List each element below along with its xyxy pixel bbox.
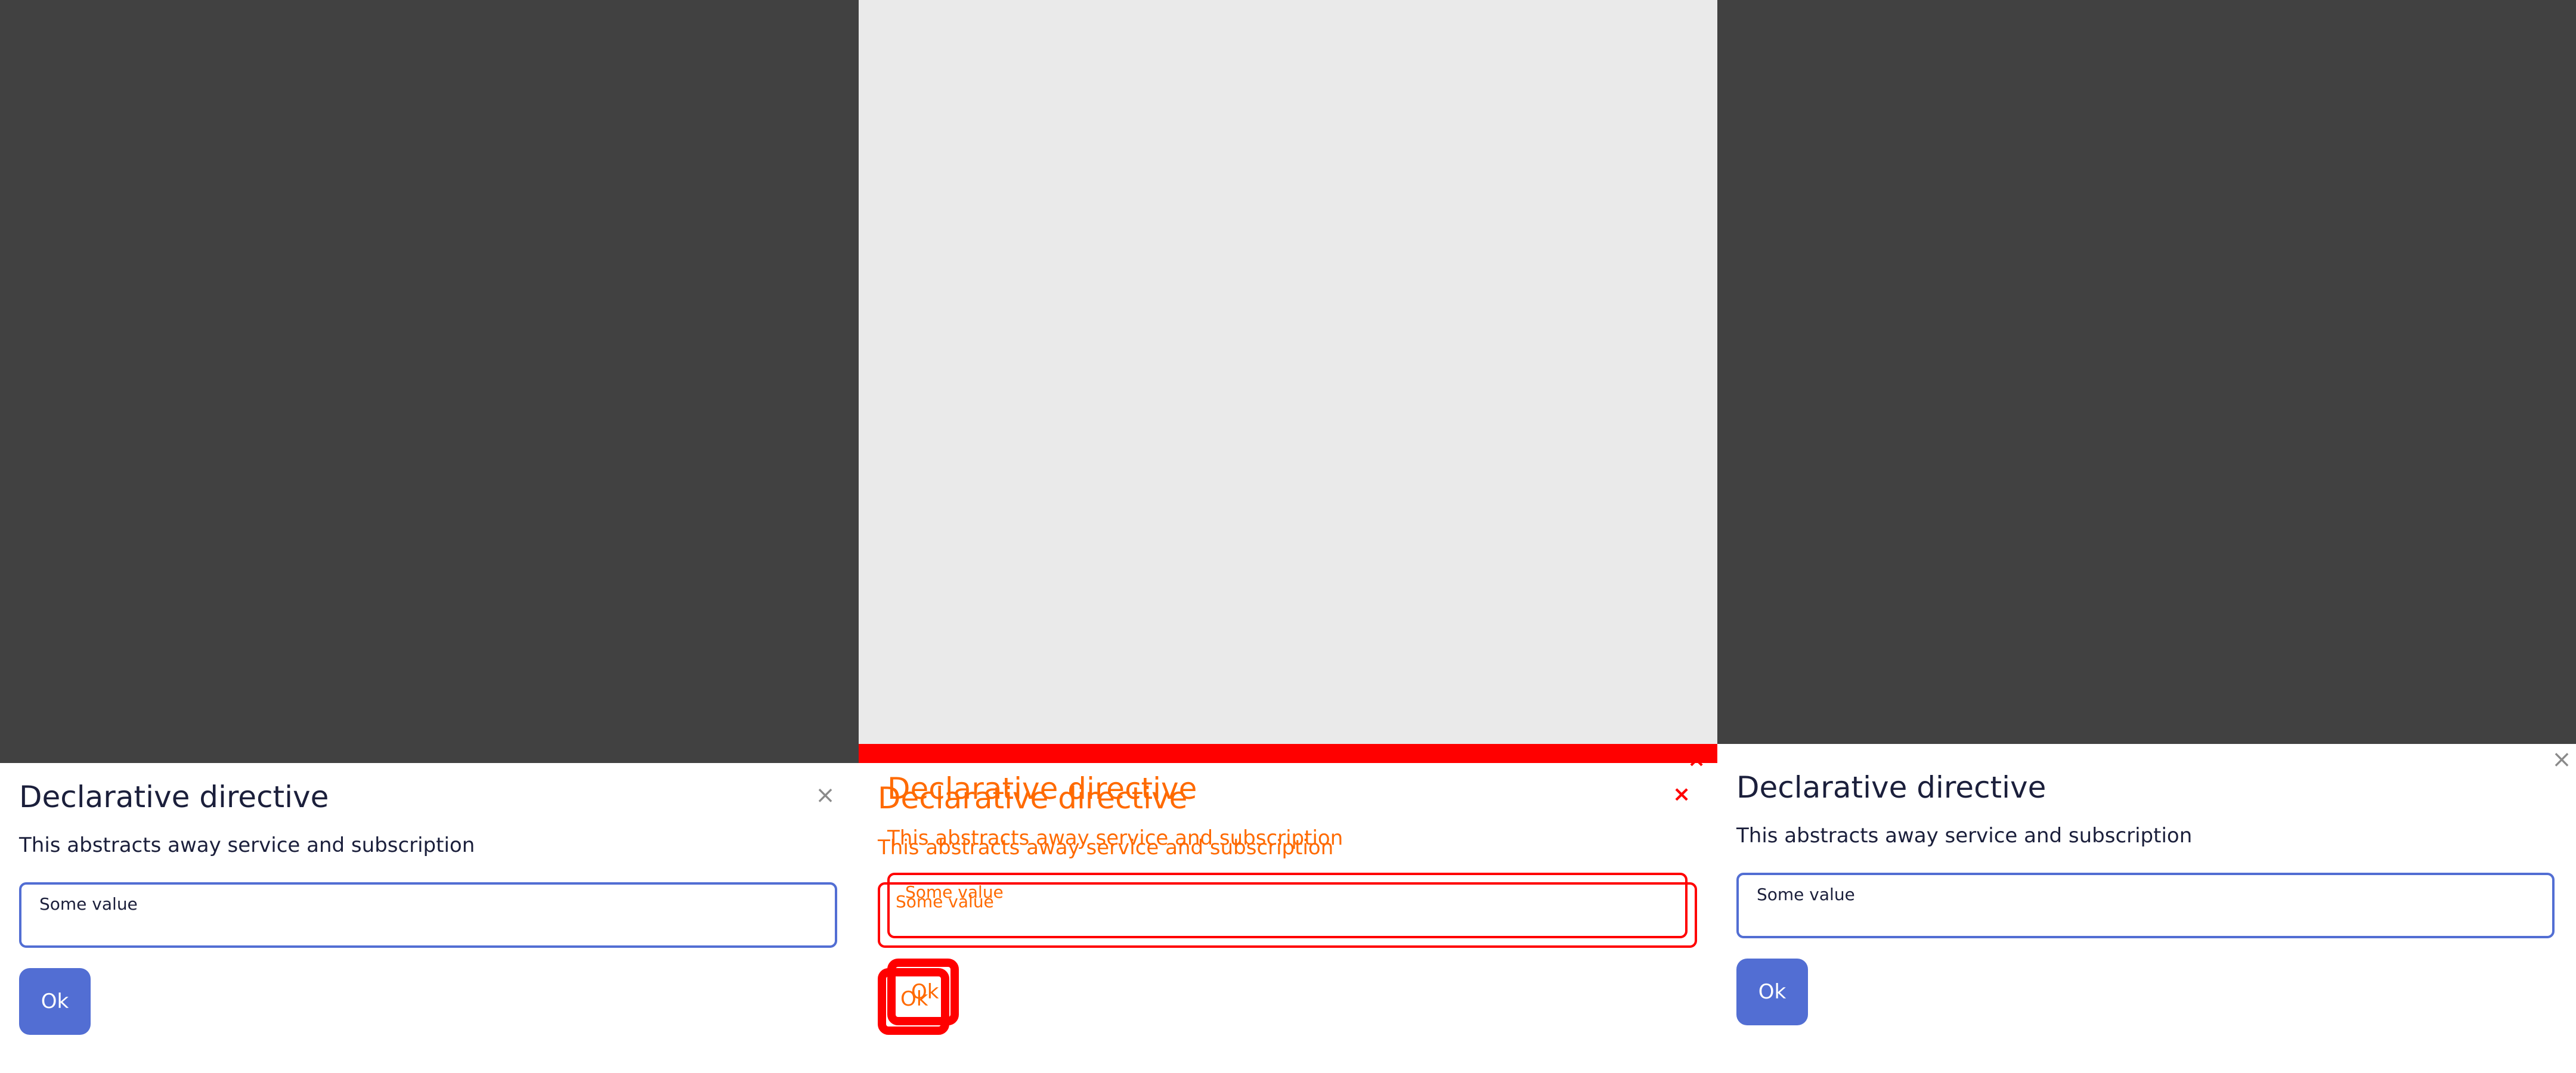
dialog-sheet: Declarative directive × This abstracts a… [1717,744,2576,1073]
right-variant-panel: Declarative directive × This abstracts a… [1717,0,2576,1073]
field-label-current: Some value [896,892,994,911]
dialog-backdrop[interactable] [1717,0,2576,744]
value-field-current[interactable] [878,882,1697,948]
close-icon[interactable]: × [813,782,837,809]
value-field[interactable]: Some value [19,882,837,948]
value-input[interactable] [1755,906,2535,930]
close-icon-current[interactable]: × [1673,782,1690,807]
diff-highlight-bar [859,744,1717,763]
dialog-subtitle: This abstracts away service and subscrip… [1736,824,2193,848]
field-label: Some value [1757,885,1855,904]
close-icon-ghost: × [1688,748,1706,772]
diff-variant-panel: Declarative directive This abstracts awa… [859,0,1717,1073]
dialog-title-current: Declarative directive [878,781,1188,815]
dialog-subtitle-current: This abstracts away service and subscrip… [878,836,1334,860]
dialog-subtitle: This abstracts away service and subscrip… [19,833,475,857]
value-field[interactable]: Some value [1736,873,2555,938]
dialog-title: Declarative directive [1736,770,2046,805]
left-variant-panel: Declarative directive × This abstracts a… [0,0,859,1073]
ok-button[interactable]: Ok [19,968,91,1035]
field-label: Some value [39,894,138,914]
dialog-sheet: Declarative directive × This abstracts a… [0,763,859,1073]
close-icon[interactable]: × [2550,746,2574,773]
dialog-title: Declarative directive [19,780,329,814]
ok-button[interactable]: Ok [1736,959,1808,1025]
value-input[interactable] [38,916,818,939]
dialog-backdrop[interactable] [0,0,859,763]
dialog-backdrop-light[interactable] [859,0,1717,744]
ok-label-current: Ok [900,987,928,1011]
